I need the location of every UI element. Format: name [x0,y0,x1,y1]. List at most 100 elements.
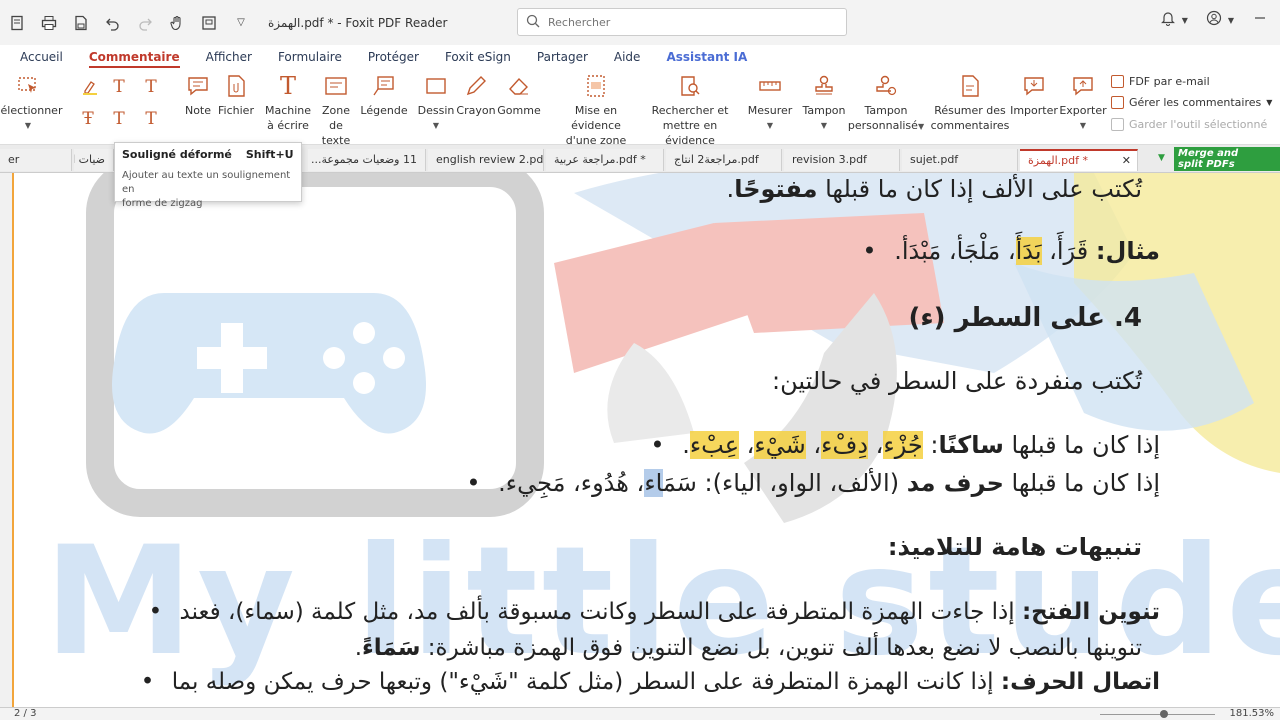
strikeout-text-icon[interactable]: T [109,77,129,97]
bullet: • [862,237,877,265]
measure-button[interactable]: Mesurer ▼ [748,73,792,133]
doc-tab[interactable]: مراجعة2 انتاج.pdf [666,149,782,171]
text-box-icon [323,73,349,99]
search-highlight-button[interactable]: Rechercher et mettre en évidence [642,73,738,148]
tab-formulaire[interactable]: Formulaire [265,45,355,69]
zoom-slider-track[interactable] [1100,714,1215,715]
squiggly-underline-icon[interactable]: Ŧ [78,109,98,129]
note-button[interactable]: Note [182,73,214,118]
doc-tab[interactable]: english review 2.pdf * [428,149,544,171]
highlight-text-icon[interactable] [80,77,100,97]
area-highlight-icon [583,73,609,99]
insert-text-icon[interactable]: T [141,109,161,129]
tab-proteger[interactable]: Protéger [355,45,432,69]
rectangle-shape-icon [423,73,449,99]
title-bar-right: ▼ ▼ [1160,10,1268,30]
account-icon[interactable] [1206,10,1222,30]
chevron-down-icon: ▼ [432,121,440,130]
doc-tab[interactable]: sujet.pdf [902,149,1018,171]
select-tool-button[interactable]: Sélectionner ▼ [0,73,62,133]
area-highlight-button[interactable]: Mise en évidence d'une zone [552,73,640,148]
doc-tab[interactable]: revision 3.pdf [784,149,900,171]
chevron-down-icon: ▼ [1079,121,1087,130]
bullet-item: تنوين الفتح: إذا جاءت الهمزة المتطرفة عل… [148,599,1160,625]
minimize-window-icon[interactable] [1252,10,1268,30]
customize-dropdown-icon[interactable]: ▽ [232,14,250,32]
text-box-button[interactable]: Zone de texte [314,73,358,148]
callout-button[interactable]: Légende [360,73,408,118]
merge-split-banner[interactable]: Merge and split PDFs [1174,147,1280,171]
export-button[interactable]: Exporter ▼ [1059,73,1107,133]
fdf-email-button[interactable]: FDF par e-mail [1111,75,1210,88]
zoom-slider-thumb[interactable] [1160,710,1168,718]
summarize-icon [957,73,983,99]
stamp-icon [811,73,837,99]
note-icon [185,73,211,99]
notes-heading: تنبيهات هامة للتلاميذ: [887,533,1142,561]
pencil-button[interactable]: Crayon [456,73,496,118]
chevron-down-icon: ▼ [1266,98,1273,107]
bullet: • [650,431,665,459]
undo-icon[interactable] [104,14,122,32]
doc-tab-active[interactable]: الهمزة.pdf * ✕ [1020,149,1138,171]
hand-tool-icon[interactable] [168,14,186,32]
close-tab-icon[interactable]: ✕ [1122,151,1131,171]
tab-assistant-ia[interactable]: Assistant IA [653,45,760,69]
page-indicator[interactable]: 2 / 3 [14,708,36,719]
keep-tool-selected-button[interactable]: Garder l'outil sélectionné [1111,118,1267,131]
typewriter-button[interactable]: T Machine à écrire [264,73,312,133]
tab-accueil[interactable]: Accueil [0,45,76,69]
eraser-icon [506,73,532,99]
ribbon-tabs: Accueil Commentaire Afficher Formulaire … [0,45,1280,69]
underline-text-icon[interactable]: T [141,77,161,97]
summarize-comments-button[interactable]: Résumer des commentaires [931,73,1009,133]
zoom-level[interactable]: 181.53% [1230,708,1275,719]
tooltip-squiggly-underline: Souligné déformé Shift+U Ajouter au texte… [114,142,302,209]
doc-tab[interactable]: 11 وضعيات مجموعة... [308,149,426,171]
chevron-down-icon[interactable]: ▼ [1182,16,1188,25]
screenshot-icon[interactable] [200,14,218,32]
import-icon [1021,73,1047,99]
import-button[interactable]: Importer [1010,73,1058,118]
redo-icon[interactable] [136,14,154,32]
callout-icon [371,73,397,99]
doc-tab[interactable]: مراجعة عربية.pdf * [546,149,664,171]
tab-list-dropdown-icon[interactable]: ▼ [1158,153,1165,163]
file-attachment-icon [223,73,249,99]
window-title: الهمزة.pdf * - Foxit PDF Reader [268,15,448,30]
file-attachment-button[interactable]: Fichier [218,73,254,118]
quick-access-toolbar: ▽ [0,14,250,32]
drawing-button[interactable]: Dessin ▼ [416,73,456,133]
eraser-button[interactable]: Gomme [497,73,541,118]
manage-comments-button[interactable]: Gérer les commentaires ▼ [1111,96,1272,109]
stamp-button[interactable]: Tampon ▼ [802,73,846,133]
email-icon [1111,75,1124,88]
tab-aide[interactable]: Aide [601,45,654,69]
chevron-down-icon[interactable]: ▼ [1228,16,1234,25]
ruler-icon [757,73,783,99]
doc-tab[interactable]: er [0,149,72,171]
search-input[interactable] [548,15,828,29]
document-view[interactable]: My little student تُكتب على الألف إذا كا… [0,173,1280,707]
tab-afficher[interactable]: Afficher [193,45,265,69]
notification-bell-icon[interactable] [1160,10,1176,30]
custom-stamp-button[interactable]: Tampon personnalisé▼ [848,73,924,134]
doc-tab[interactable]: ضيات ا [74,149,114,171]
open-file-icon[interactable] [8,14,26,32]
title-bar: ▽ الهمزة.pdf * - Foxit PDF Reader ▼ ▼ [0,0,1280,45]
manage-comments-icon [1111,96,1124,109]
select-cursor-icon [15,73,41,99]
paragraph-line: تُكتب منفردة على السطر في حالتين: [772,367,1142,395]
replace-text-icon[interactable]: T [109,109,129,129]
typewriter-icon: T [279,71,296,100]
tab-foxit-esign[interactable]: Foxit eSign [432,45,524,69]
print-icon[interactable] [40,14,58,32]
tab-commentaire[interactable]: Commentaire [76,45,193,69]
search-box[interactable] [517,8,847,36]
search-icon [526,14,540,31]
save-as-icon[interactable] [72,14,90,32]
paragraph-line: تنوينها بالنصب لا نضع بعدها ألف تنوين، ب… [354,635,1142,661]
bullet-item: اتصال الحرف: إذا كانت الهمزة المتطرفة عل… [140,669,1160,695]
tab-partager[interactable]: Partager [524,45,601,69]
section-heading: 4. على السطر (ء) [908,303,1143,333]
